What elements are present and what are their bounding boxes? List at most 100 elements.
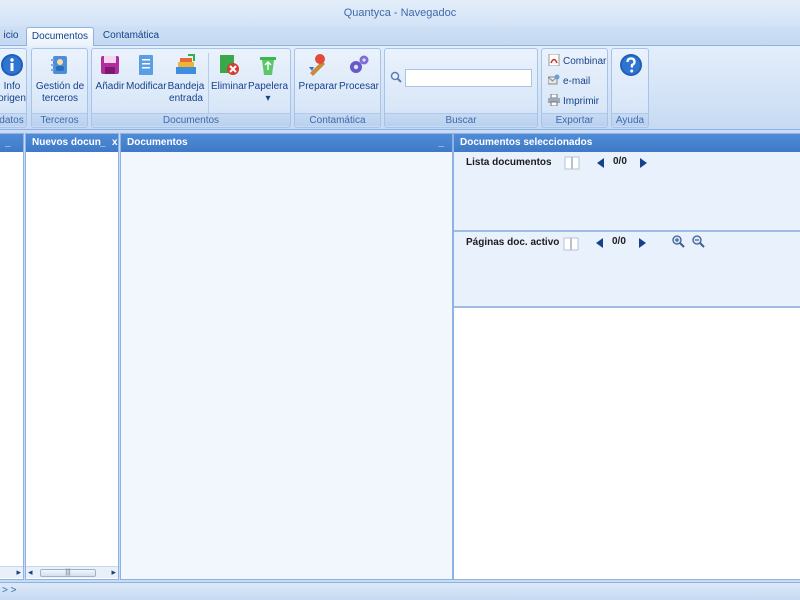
papelera-button[interactable]: Papelera ▾	[248, 51, 288, 105]
bandeja-label-1: Bandeja	[167, 81, 205, 92]
procesar-button[interactable]: Procesar	[339, 51, 379, 93]
ribbon: Info origen datos Gestión de terceros Te…	[0, 46, 800, 130]
help-icon	[620, 54, 642, 76]
email-button[interactable]: e-mail	[548, 73, 590, 91]
help-button[interactable]	[617, 51, 645, 81]
window-title-bar: Quantyca - Navegadoc	[0, 0, 800, 26]
search-icon	[390, 71, 402, 83]
paginas-doc-activo-label: Páginas doc. activo	[466, 237, 560, 248]
lista-prev-arrow-icon[interactable]	[597, 158, 604, 168]
eliminar-label: Eliminar	[210, 81, 248, 92]
panel-left-scrollbar[interactable]: ▸	[0, 566, 23, 578]
zoom-out-icon[interactable]	[692, 235, 705, 248]
paginas-doc-activo-section: Páginas doc. activo 0/0	[454, 232, 800, 308]
contacts-icon	[51, 56, 67, 74]
book-icon[interactable]	[563, 237, 579, 251]
procesar-label: Procesar	[339, 81, 380, 92]
panel-seleccionados-title: Documentos seleccionados	[460, 137, 593, 148]
tab-inicio-label: icio	[3, 30, 19, 41]
info-icon	[1, 54, 23, 76]
imprimir-label: Imprimir	[563, 96, 600, 107]
lista-next-arrow-icon[interactable]	[640, 158, 647, 168]
panel-left-header: _	[0, 134, 23, 152]
tab-inicio[interactable]: icio	[0, 27, 22, 46]
gestion-label-2: terceros	[41, 93, 79, 104]
window-title: Quantyca - Navegadoc	[343, 7, 457, 19]
scroll-left-arrow[interactable]: ◂	[28, 567, 33, 577]
preparar-button[interactable]: Preparar	[297, 51, 339, 93]
panel-nuevos-title: Nuevos docun	[32, 137, 101, 148]
book-icon[interactable]	[564, 156, 580, 170]
panel-nuevos-header: Nuevos docun _ x	[26, 134, 118, 152]
group-datos-label: datos	[0, 113, 26, 126]
group-contamatica-label: Contamática	[295, 113, 380, 126]
group-buscar-label: Buscar	[385, 113, 537, 126]
add-document-icon	[101, 56, 119, 74]
status-text: > >	[2, 585, 17, 596]
panel-documentos-title: Documentos	[127, 137, 188, 148]
edit-document-icon	[139, 55, 153, 75]
lista-counter: 0/0	[613, 156, 627, 167]
tab-documentos-label: Documentos	[31, 31, 89, 42]
group-separator	[208, 53, 209, 113]
combinar-button[interactable]: Combinar	[548, 53, 606, 71]
group-exportar: Combinar e-mail Imprimir Exportar	[541, 48, 608, 128]
info-label-1: Info	[3, 81, 21, 92]
group-contamatica: Preparar Procesar Contamática	[294, 48, 381, 128]
pdf-icon	[548, 54, 560, 66]
eliminar-button[interactable]: Eliminar	[210, 51, 248, 93]
delete-document-icon	[220, 55, 239, 75]
recycle-bin-icon	[260, 57, 276, 75]
anadir-button[interactable]: Añadir	[94, 51, 126, 93]
panel-seleccionados-header: Documentos seleccionados	[454, 134, 800, 152]
gestion-terceros-button[interactable]: Gestión de terceros	[34, 51, 86, 105]
paginas-prev-arrow-icon[interactable]	[596, 238, 603, 248]
group-documentos: Añadir Modificar Bandeja entrada Elimina…	[91, 48, 291, 128]
preparar-label: Preparar	[298, 81, 338, 92]
group-terceros: Gestión de terceros Terceros	[31, 48, 88, 128]
papelera-dropdown-arrow[interactable]: ▾	[265, 93, 270, 104]
panel-left-minimize[interactable]: _	[5, 134, 11, 152]
search-input[interactable]	[405, 69, 532, 87]
panel-nuevos-minimize[interactable]: _	[100, 134, 106, 152]
panel-documentos-minimize[interactable]: _	[438, 134, 444, 152]
bandeja-entrada-button[interactable]: Bandeja entrada	[166, 51, 206, 105]
combinar-label: Combinar	[563, 56, 607, 67]
modificar-label: Modificar	[126, 81, 167, 92]
panel-documentos: Documentos _	[120, 133, 453, 580]
prepare-icon	[309, 54, 325, 76]
lista-documentos-section: Lista documentos 0/0	[454, 152, 800, 232]
panel-left: _ ▸	[0, 133, 24, 580]
info-origen-button[interactable]: Info origen	[0, 51, 27, 105]
tab-contamatica-label: Contamática	[102, 30, 160, 41]
group-terceros-label: Terceros	[32, 113, 87, 126]
scroll-thumb[interactable]: |||	[40, 569, 96, 577]
group-ayuda: Ayuda	[611, 48, 649, 128]
scroll-grip: |||	[65, 569, 71, 576]
group-buscar: Buscar	[384, 48, 538, 128]
panel-nuevos-scrollbar[interactable]: ◂ ||| ▸	[26, 566, 118, 578]
group-ayuda-label: Ayuda	[612, 113, 648, 126]
imprimir-button[interactable]: Imprimir	[548, 93, 599, 111]
info-label-2: origen	[0, 93, 26, 104]
modificar-button[interactable]: Modificar	[126, 51, 167, 93]
group-exportar-label: Exportar	[542, 113, 607, 126]
group-documentos-label: Documentos	[92, 113, 290, 126]
panel-nuevos-documentos: Nuevos docun _ x ◂ ||| ▸	[25, 133, 119, 580]
paginas-next-arrow-icon[interactable]	[639, 238, 646, 248]
printer-icon	[548, 94, 560, 106]
email-icon	[548, 74, 560, 85]
zoom-in-icon[interactable]	[672, 235, 685, 248]
group-datos: Info origen datos	[0, 48, 27, 128]
panel-nuevos-close[interactable]: x	[112, 134, 118, 152]
tab-documentos[interactable]: Documentos	[26, 27, 94, 47]
scroll-right-arrow[interactable]: ▸	[16, 567, 21, 577]
bandeja-label-2: entrada	[169, 93, 203, 104]
panel-documentos-header: Documentos _	[121, 134, 452, 152]
tab-contamatica[interactable]: Contamática	[98, 27, 164, 46]
scroll-right-arrow[interactable]: ▸	[111, 567, 116, 577]
lista-documentos-label: Lista documentos	[466, 157, 552, 168]
gestion-label-1: Gestión de	[35, 81, 85, 92]
email-label: e-mail	[563, 76, 591, 87]
ribbon-tabs: icio Documentos Contamática	[0, 26, 800, 47]
